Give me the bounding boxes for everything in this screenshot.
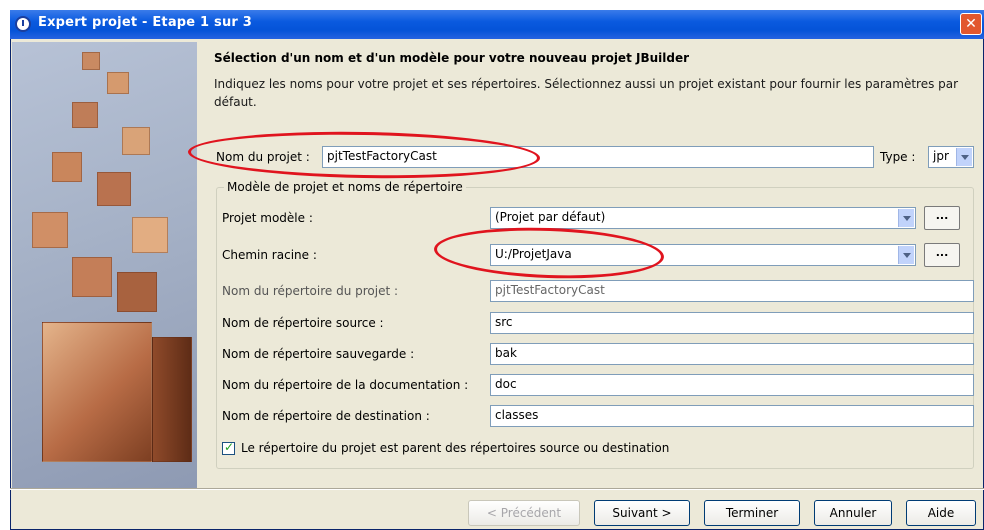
root-path-browse-button[interactable]: ... xyxy=(924,243,960,267)
template-label: Projet modèle : xyxy=(222,211,313,225)
window-title: Expert projet - Etape 1 sur 3 xyxy=(38,15,252,30)
parent-dir-checkbox[interactable]: ✓ xyxy=(222,440,235,455)
type-select[interactable]: jpr xyxy=(928,146,974,168)
source-dir-field[interactable]: src xyxy=(490,312,974,334)
backup-dir-label: Nom de répertoire sauvegarde : xyxy=(222,347,415,361)
project-name-field[interactable]: pjtTestFactoryCast xyxy=(322,146,874,168)
chevron-down-icon[interactable] xyxy=(956,148,972,166)
app-icon xyxy=(15,16,31,32)
project-dir-label: Nom du répertoire du projet : xyxy=(222,284,399,298)
type-label: Type : xyxy=(880,150,916,164)
dest-dir-label: Nom de répertoire de destination : xyxy=(222,409,430,423)
project-name-label: Nom du projet : xyxy=(216,150,310,164)
dest-dir-field[interactable]: classes xyxy=(490,405,974,427)
doc-dir-field[interactable]: doc xyxy=(490,374,974,396)
root-path-select-value: U:/ProjetJava xyxy=(495,247,572,261)
root-path-select[interactable]: U:/ProjetJava xyxy=(490,244,916,266)
wizard-illustration xyxy=(12,42,197,488)
template-select[interactable]: (Projet par défaut) xyxy=(490,207,916,229)
root-path-label: Chemin racine : xyxy=(222,248,317,262)
project-dir-field[interactable]: pjtTestFactoryCast xyxy=(490,280,974,302)
template-select-value: (Projet par défaut) xyxy=(495,210,606,224)
doc-dir-label: Nom du répertoire de la documentation : xyxy=(222,378,469,392)
previous-button[interactable]: < Précédent xyxy=(468,500,580,526)
page-heading: Sélection d'un nom et d'un modèle pour v… xyxy=(214,51,690,65)
page-description: Indiquez les noms pour votre projet et s… xyxy=(214,77,959,109)
parent-dir-checkbox-label[interactable]: Le répertoire du projet est parent des r… xyxy=(241,441,669,455)
close-icon[interactable]: ✕ xyxy=(960,13,982,35)
help-button[interactable]: Aide xyxy=(906,500,976,526)
finish-button[interactable]: Terminer xyxy=(704,500,800,526)
title-bar[interactable]: Expert projet - Etape 1 sur 3 ✕ xyxy=(10,10,984,39)
checkmark-icon: ✓ xyxy=(224,440,235,454)
source-dir-label: Nom de répertoire source : xyxy=(222,316,384,330)
footer-separator xyxy=(10,488,984,490)
type-select-value: jpr xyxy=(933,149,949,163)
group-legend: Modèle de projet et noms de répertoire xyxy=(224,180,466,194)
template-browse-button[interactable]: ... xyxy=(924,206,960,230)
chevron-down-icon[interactable] xyxy=(898,209,914,227)
backup-dir-field[interactable]: bak xyxy=(490,343,974,365)
next-button[interactable]: Suivant > xyxy=(594,500,690,526)
chevron-down-icon[interactable] xyxy=(898,246,914,264)
cancel-button[interactable]: Annuler xyxy=(814,500,892,526)
